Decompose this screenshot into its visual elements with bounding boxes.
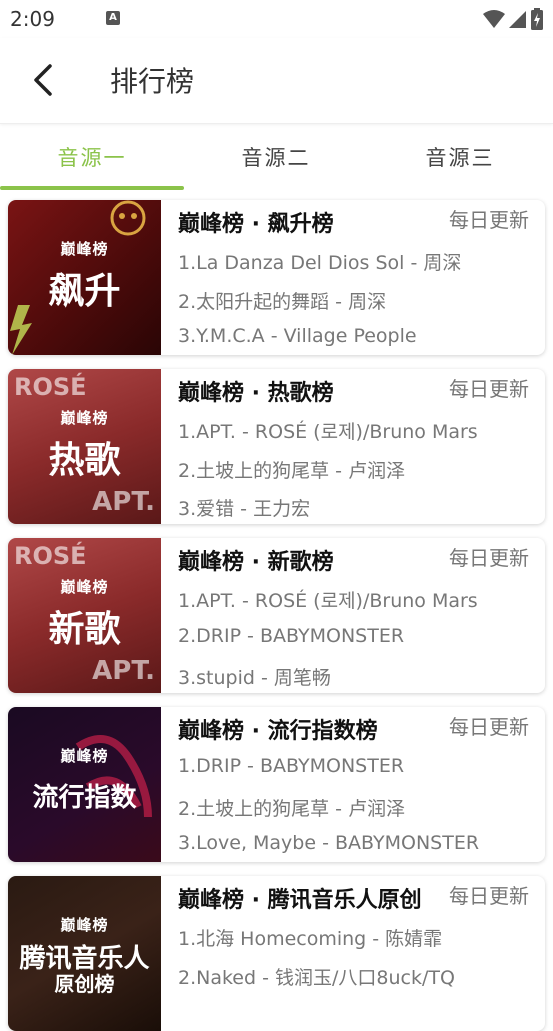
update-frequency: 每日更新 [449, 208, 529, 232]
cover-image: ROSÉ APT. 巅峰榜 新歌 [8, 538, 161, 693]
song-item: 1.APT. - ROSÉ (로제)/Bruno Mars [178, 421, 478, 443]
song-item: 2.土坡上的狗尾草 - 卢润泽 [178, 798, 406, 820]
chart-title: 巅峰榜 · 流行指数榜 [178, 719, 378, 744]
app-bar: 排行榜 [0, 38, 553, 124]
tab-source-2[interactable]: 音源二 [184, 128, 368, 188]
song-item: 1.DRIP - BABYMONSTER [178, 755, 405, 777]
chart-card-hot[interactable]: ROSÉ APT. 巅峰榜 热歌 巅峰榜 · 热歌榜 每日更新 1.APT. -… [8, 369, 545, 524]
tab-source-3[interactable]: 音源三 [368, 128, 552, 188]
chart-card-original[interactable]: 巅峰榜 腾讯音乐人 原创榜 巅峰榜 · 腾讯音乐人原创 每日更新 1.北海 Ho… [8, 876, 545, 1031]
song-item: 2.太阳升起的舞蹈 - 周深 [178, 291, 387, 313]
status-bar: 2:09 A [0, 0, 553, 38]
song-item: 1.La Danza Del Dios Sol - 周深 [178, 252, 462, 274]
chart-title: 巅峰榜 · 飙升榜 [178, 212, 334, 237]
cover-brand: 巅峰榜 [60, 240, 109, 258]
system-icons [483, 8, 543, 30]
cover-image: 巅峰榜 流行指数 [8, 707, 161, 862]
chart-title: 巅峰榜 · 新歌榜 [178, 550, 334, 575]
cover-brand: 巅峰榜 [60, 747, 109, 765]
chart-title: 巅峰榜 · 腾讯音乐人原创 [178, 888, 422, 913]
cover-brand: 巅峰榜 [60, 578, 109, 596]
song-item: 3.爱错 - 王力宏 [178, 498, 311, 520]
song-item: 3.Y.M.C.A - Village People [178, 325, 417, 347]
song-item: 1.APT. - ROSÉ (로제)/Bruno Mars [178, 590, 478, 612]
chart-card-soaring[interactable]: 巅峰榜 飙升 巅峰榜 · 飙升榜 每日更新 1.La Danza Del Dio… [8, 200, 545, 355]
cover-text-bottom: APT. [92, 656, 155, 686]
tab-indicator [0, 186, 184, 190]
chart-card-new[interactable]: ROSÉ APT. 巅峰榜 新歌 巅峰榜 · 新歌榜 每日更新 1.APT. -… [8, 538, 545, 693]
chart-title: 巅峰榜 · 热歌榜 [178, 381, 334, 406]
source-tabs: 音源一 音源二 音源三 [0, 128, 553, 192]
update-frequency: 每日更新 [449, 377, 529, 401]
chart-card-trending[interactable]: 巅峰榜 流行指数 巅峰榜 · 流行指数榜 每日更新 1.DRIP - BABYM… [8, 707, 545, 862]
cover-label: 飙升 [48, 271, 121, 312]
song-item: 1.北海 Homecoming - 陈婧霏 [178, 928, 443, 950]
song-item: 2.Naked - 钱润玉/八口8uck/TQ [178, 967, 455, 989]
tab-source-1[interactable]: 音源一 [0, 128, 184, 188]
update-frequency: 每日更新 [449, 546, 529, 570]
cover-label: 新歌 [48, 609, 121, 650]
notification-icon: A [106, 11, 120, 25]
cover-brand: 巅峰榜 [60, 916, 109, 934]
signal-icon [509, 11, 526, 28]
cover-image: 巅峰榜 飙升 [8, 200, 161, 355]
cover-label-2: 原创榜 [54, 972, 115, 996]
song-item: 2.土坡上的狗尾草 - 卢润泽 [178, 460, 406, 482]
cover-text-top: ROSÉ [14, 373, 87, 401]
cover-image: ROSÉ APT. 巅峰榜 热歌 [8, 369, 161, 524]
cover-text-bottom: APT. [92, 487, 155, 517]
update-frequency: 每日更新 [447, 880, 529, 909]
back-arrow-icon[interactable] [28, 62, 60, 98]
cover-text-top: ROSÉ [14, 542, 87, 570]
cover-image: 巅峰榜 腾讯音乐人 原创榜 [8, 876, 161, 1031]
cover-label: 流行指数 [32, 783, 137, 813]
page-title: 排行榜 [110, 65, 195, 98]
wifi-icon [483, 10, 505, 28]
cover-brand: 巅峰榜 [60, 409, 109, 427]
battery-icon [531, 8, 543, 30]
cover-label: 热歌 [48, 440, 121, 481]
status-time: 2:09 [10, 7, 55, 31]
song-item: 3.Love, Maybe - BABYMONSTER [178, 832, 480, 854]
song-item: 2.DRIP - BABYMONSTER [178, 625, 405, 647]
song-item: 3.stupid - 周笔畅 [178, 667, 331, 689]
update-frequency: 每日更新 [449, 715, 529, 739]
